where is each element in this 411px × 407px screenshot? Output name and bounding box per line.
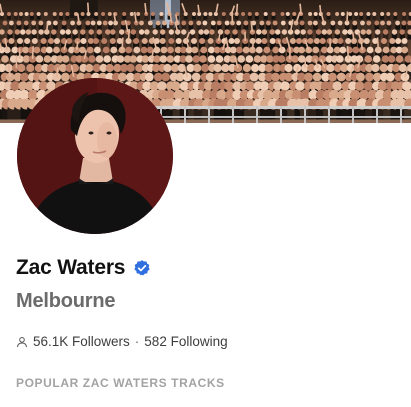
person-icon — [17, 336, 27, 347]
artist-location: Melbourne — [16, 290, 116, 312]
follow-stats: 56.1K Followers · 582 Following — [16, 334, 228, 349]
avatar[interactable] — [17, 78, 173, 234]
stats-separator: · — [134, 334, 140, 349]
following-count[interactable]: 582 Following — [144, 334, 227, 349]
verified-badge-icon — [134, 260, 150, 276]
followers-count[interactable]: 56.1K Followers — [33, 334, 130, 349]
artist-photo — [17, 78, 173, 234]
artist-name: Zac Waters — [16, 256, 126, 279]
popular-tracks-heading: POPULAR ZAC WATERS TRACKS — [16, 376, 225, 390]
artist-name-row: Zac Waters — [16, 256, 151, 280]
